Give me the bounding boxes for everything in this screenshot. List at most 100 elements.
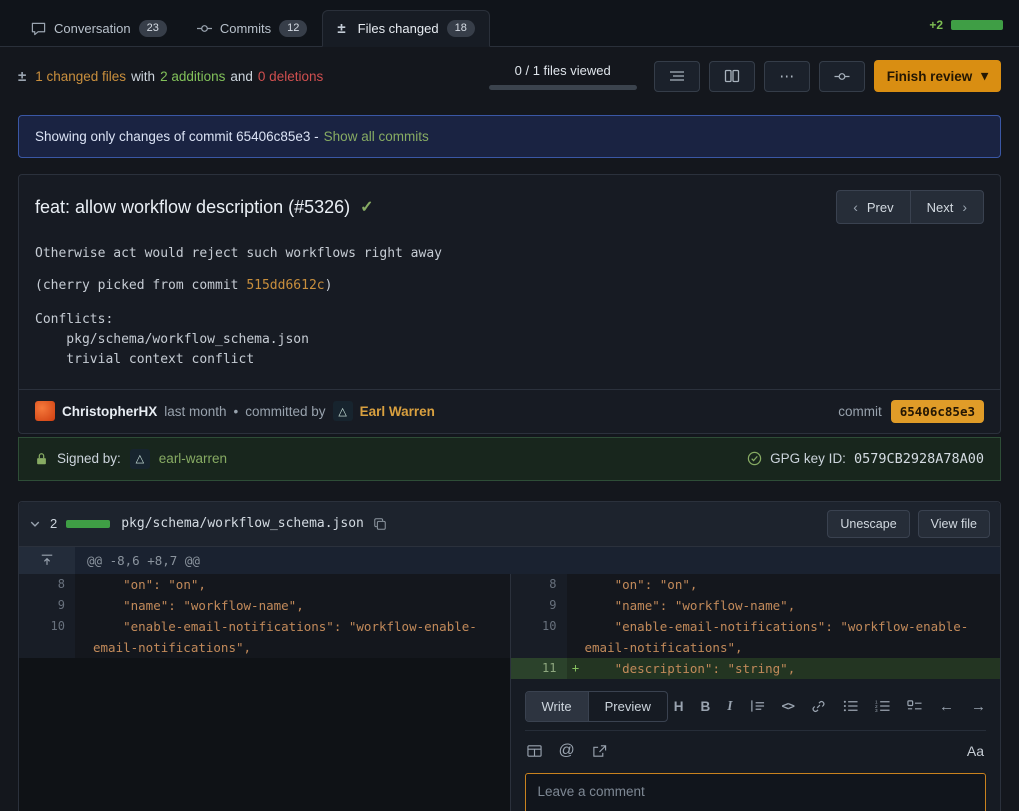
commit-time: last month [164, 404, 226, 419]
table-icon[interactable] [527, 744, 542, 758]
gpg-key-id: 0579CB2928A78A00 [854, 451, 984, 467]
comment-input[interactable] [525, 773, 987, 811]
hunk-header-text: @@ -8,6 +8,7 @@ [75, 547, 1000, 574]
diff-file-header: 2 pkg/schema/workflow_schema.json Unesca… [19, 502, 1000, 547]
commit-title: feat: allow workflow description (#5326) [35, 197, 350, 218]
file-diff-stat-bar [66, 520, 110, 528]
empty-diff-cell [19, 658, 510, 679]
unordered-list-icon[interactable] [843, 699, 858, 713]
diff-additions-stat: +2 [929, 18, 943, 32]
expand-hunk-button[interactable] [19, 547, 75, 574]
inline-comment-form: Write Preview H B I <> [510, 679, 1001, 811]
next-commit-button[interactable]: Next › [910, 190, 984, 224]
code-line-new: "name": "workflow-name", [585, 595, 1001, 616]
link-icon[interactable] [811, 699, 826, 714]
commit-status-success-icon[interactable]: ✓ [360, 197, 373, 217]
more-options-button[interactable]: ⋯ [764, 61, 810, 92]
commit-icon [197, 21, 212, 36]
tab-preview[interactable]: Preview [588, 692, 667, 721]
show-all-commits-link[interactable]: Show all commits [324, 129, 429, 144]
summary-text: with [131, 69, 155, 84]
author-avatar[interactable] [35, 401, 55, 421]
heading-icon[interactable]: H [674, 699, 684, 714]
tab-write[interactable]: Write [526, 692, 588, 721]
diff-row: 9 "name": "workflow-name", 9 "name": "wo… [19, 595, 1000, 616]
commit-picker-button[interactable] [819, 61, 865, 92]
triangle-logo-icon: △ [136, 452, 144, 465]
diff-sign [567, 574, 585, 595]
unescape-button[interactable]: Unescape [827, 510, 909, 538]
commit-body-line: (cherry picked from commit 515dd6612c) [35, 278, 984, 293]
committer-name[interactable]: Earl Warren [360, 404, 435, 419]
empty-diff-cell [19, 679, 510, 811]
line-number-new[interactable]: 10 [511, 616, 567, 658]
copy-file-name-icon[interactable] [373, 517, 387, 531]
chevron-right-icon: › [962, 199, 967, 215]
tab-label: Files changed [358, 21, 439, 36]
reference-icon[interactable] [592, 744, 607, 758]
diff-sign [567, 595, 585, 616]
editor-toolbar-secondary: @ Aa [525, 731, 987, 760]
line-number-old[interactable]: 10 [19, 616, 75, 658]
code-icon[interactable]: <> [782, 699, 794, 713]
mention-icon[interactable]: @ [559, 742, 575, 760]
line-number-new[interactable]: 8 [511, 574, 567, 595]
line-number-old[interactable]: 9 [19, 595, 75, 616]
whitespace-options-button[interactable] [654, 61, 700, 92]
signature-banner: Signed by: △ earl-warren GPG key ID: 057… [18, 437, 1001, 481]
finish-review-label: Finish review [887, 69, 973, 84]
cherry-pick-commit-link[interactable]: 515dd6612c [246, 278, 324, 293]
bullet-separator: • [234, 404, 239, 419]
commit-body-line: Otherwise act would reject such workflow… [35, 246, 984, 261]
line-number-old[interactable]: 8 [19, 574, 75, 595]
editor-tabs: Write Preview [525, 691, 668, 722]
committed-by-label: committed by [245, 404, 325, 419]
svg-text:3: 3 [875, 708, 878, 713]
code-line-new: "enable-email-notifications": "workflow-… [585, 616, 1001, 658]
split-view-toggle-button[interactable] [709, 61, 755, 92]
ordered-list-icon[interactable]: 123 [875, 699, 890, 713]
files-viewed-bar [489, 85, 637, 90]
signer-link[interactable]: earl-warren [159, 451, 227, 466]
next-label: Next [927, 200, 954, 215]
diff-sign [75, 595, 93, 616]
tab-commits[interactable]: Commits 12 [182, 10, 323, 47]
task-list-icon[interactable] [907, 699, 922, 713]
commit-hash-badge[interactable]: 65406c85e3 [891, 400, 984, 423]
tab-files-changed[interactable]: ± Files changed 18 [322, 10, 489, 47]
italic-icon[interactable]: I [727, 698, 732, 714]
line-number-new[interactable]: 11 [511, 658, 567, 679]
changed-files-link[interactable]: 1 changed files [35, 69, 126, 84]
undo-icon[interactable]: ← [939, 698, 954, 715]
code-line-new: "on": "on", [585, 574, 1001, 595]
author-name[interactable]: ChristopherHX [62, 404, 157, 419]
prev-commit-button[interactable]: ‹ Prev [836, 190, 909, 224]
collapse-file-chevron-icon[interactable] [29, 518, 41, 530]
bold-icon[interactable]: B [701, 699, 711, 714]
line-number-new[interactable]: 9 [511, 595, 567, 616]
text-size-button[interactable]: Aa [967, 743, 984, 759]
code-line-old: "enable-email-notifications": "workflow-… [93, 616, 510, 658]
conversation-count-badge: 23 [139, 20, 167, 37]
code-line-old: "on": "on", [93, 574, 510, 595]
quote-icon[interactable] [750, 699, 765, 713]
finish-review-button[interactable]: Finish review ▾ [874, 60, 1001, 92]
caret-down-icon: ▾ [981, 68, 988, 84]
diff-sign [75, 616, 93, 658]
cherry-pick-text: ) [325, 278, 333, 293]
diff-icon: ± [18, 68, 26, 85]
view-file-button[interactable]: View file [918, 510, 990, 538]
ellipsis-icon: ⋯ [779, 67, 794, 85]
committer-avatar[interactable]: △ [333, 401, 353, 421]
verified-check-icon [747, 451, 762, 466]
signer-avatar[interactable]: △ [130, 449, 150, 469]
diff-row: 10 "enable-email-notifications": "workfl… [19, 616, 1000, 658]
redo-icon[interactable]: → [971, 698, 986, 715]
code-line-old: "name": "workflow-name", [93, 595, 510, 616]
commit-author-row: ChristopherHX last month • committed by … [19, 389, 1000, 433]
hunk-header-row: @@ -8,6 +8,7 @@ [19, 547, 1000, 574]
tab-conversation[interactable]: Conversation 23 [16, 10, 182, 47]
diff-row: 8 "on": "on", 8 "on": "on", [19, 574, 1000, 595]
diff-stat-bar [951, 20, 1003, 30]
diff-sign [567, 616, 585, 658]
